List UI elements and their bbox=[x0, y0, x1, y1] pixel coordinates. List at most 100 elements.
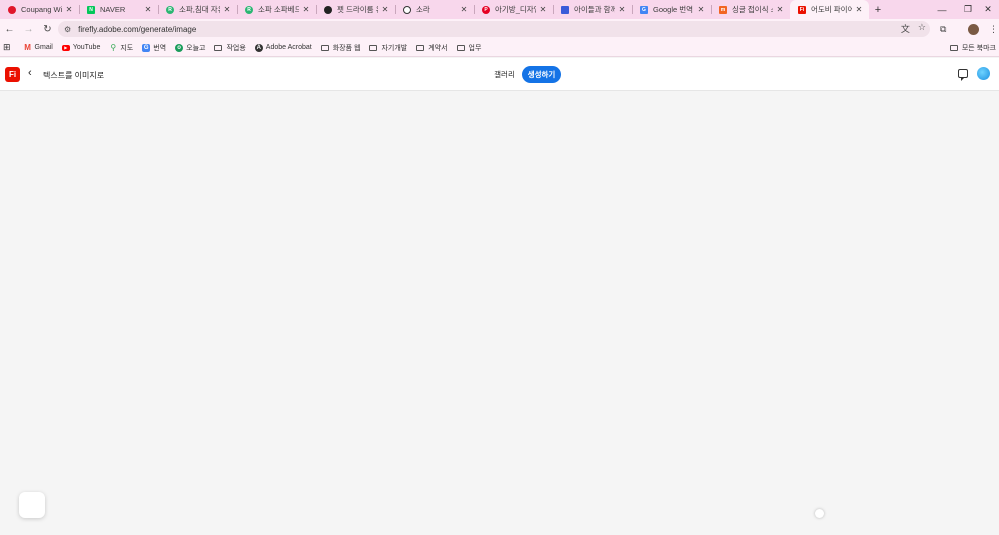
main-content-area bbox=[0, 92, 999, 535]
tab-favicon-icon: G bbox=[640, 5, 648, 14]
chevron-left-icon[interactable]: ‹ bbox=[28, 67, 32, 79]
browser-tab[interactable]: 아이들과 함께 ✕ bbox=[553, 0, 632, 19]
all-bookmarks-folder[interactable]: 모든 북마크 bbox=[949, 39, 996, 57]
browser-tab[interactable]: R 소파 소파베드 ✕ bbox=[237, 0, 316, 19]
extensions-icon[interactable]: ⧉ bbox=[940, 19, 946, 39]
tab-favicon-icon: R bbox=[245, 5, 253, 14]
close-icon[interactable]: ✕ bbox=[144, 5, 152, 14]
tab-favicon-icon: m bbox=[719, 5, 727, 14]
folder-icon bbox=[456, 44, 465, 51]
site-icon: o bbox=[175, 43, 184, 52]
browser-tab[interactable]: P 아기방_디자인 ✕ bbox=[474, 0, 553, 19]
browser-tab[interactable]: R 소파,침대 자유 ✕ bbox=[158, 0, 237, 19]
bookmark-label: 업무 bbox=[468, 44, 482, 52]
close-icon[interactable]: ✕ bbox=[539, 5, 547, 14]
bookmark-gmail[interactable]: M Gmail bbox=[24, 43, 53, 52]
browser-tab-strip: Coupang Wing ✕ N NAVER ✕ R 소파,침대 자유 ✕ R … bbox=[0, 0, 999, 19]
close-icon[interactable]: ✕ bbox=[460, 5, 468, 14]
bookmark-label: 번역 bbox=[153, 44, 167, 52]
tab-favicon-icon bbox=[561, 5, 569, 14]
bookmark-folder[interactable]: 계약서 bbox=[416, 43, 448, 53]
tab-favicon-icon: N bbox=[87, 5, 95, 14]
tab-favicon-icon bbox=[8, 5, 16, 14]
browser-menu-icon[interactable]: ⋮ bbox=[989, 19, 998, 39]
tab-favicon-icon bbox=[403, 5, 411, 14]
browser-tab[interactable]: N NAVER ✕ bbox=[79, 0, 158, 19]
feedback-icon[interactable] bbox=[958, 69, 968, 81]
bookmark-folder[interactable]: 업무 bbox=[456, 43, 482, 53]
bookmark-label: 오늘고 bbox=[186, 44, 206, 52]
apps-grid-icon[interactable]: ⊞ bbox=[3, 42, 11, 53]
tab-title: NAVER bbox=[100, 5, 126, 14]
browser-tab[interactable]: m 싱글 접이식 소 ✕ bbox=[711, 0, 790, 19]
close-icon[interactable]: ✕ bbox=[855, 5, 863, 14]
tab-favicon-icon bbox=[324, 5, 332, 14]
firefly-logo[interactable]: Fi bbox=[5, 67, 20, 82]
gmail-icon: M bbox=[24, 43, 31, 52]
folder-icon bbox=[949, 45, 958, 51]
tab-favicon-icon: P bbox=[482, 5, 490, 14]
generate-button[interactable]: 생성하기 bbox=[522, 66, 561, 83]
bookmark-star-icon[interactable]: ☆ bbox=[918, 22, 926, 35]
tab-title: 펫 드라이룸 유 bbox=[337, 5, 378, 14]
close-icon[interactable]: ✕ bbox=[697, 5, 705, 14]
bookmark-label: 화장품 웹 bbox=[332, 44, 361, 52]
tab-title: 어도비 파이어 bbox=[811, 5, 852, 14]
translate-icon: G bbox=[142, 43, 151, 52]
profile-avatar[interactable] bbox=[968, 19, 979, 39]
close-icon[interactable]: ✕ bbox=[223, 5, 231, 14]
browser-tab[interactable]: G Google 번역 ✕ bbox=[632, 0, 711, 19]
folder-icon bbox=[369, 44, 378, 51]
close-icon[interactable]: ✕ bbox=[381, 5, 389, 14]
reload-icon[interactable]: ↻ bbox=[38, 19, 57, 39]
folder-icon bbox=[416, 44, 425, 51]
new-tab-button[interactable]: + bbox=[869, 0, 887, 19]
browser-tab[interactable]: 펫 드라이룸 유 ✕ bbox=[316, 0, 395, 19]
bookmark-acrobat[interactable]: A Adobe Acrobat bbox=[254, 43, 312, 52]
bookmark-folder[interactable]: 작업용 bbox=[214, 43, 246, 53]
bookmark-label: Adobe Acrobat bbox=[265, 44, 312, 51]
chat-widget-button[interactable] bbox=[19, 492, 45, 518]
translate-icon[interactable]: 文 bbox=[901, 22, 910, 35]
gallery-button[interactable]: 갤러리 bbox=[488, 66, 521, 83]
bookmark-youtube[interactable]: ▶ YouTube bbox=[61, 44, 100, 51]
bookmark-label: 자기개발 bbox=[381, 44, 408, 52]
browser-tab-active[interactable]: Fi 어도비 파이어 ✕ bbox=[790, 0, 869, 19]
bookmark-translate[interactable]: G 번역 bbox=[142, 43, 166, 53]
bookmark-folder[interactable]: 자기개발 bbox=[369, 43, 407, 53]
bookmark-label: 계약서 bbox=[428, 44, 448, 52]
forward-arrow-icon[interactable]: → bbox=[19, 19, 38, 39]
tab-title: 소파,침대 자유 bbox=[179, 5, 220, 14]
folder-icon bbox=[214, 44, 223, 51]
youtube-icon: ▶ bbox=[61, 44, 70, 51]
bookmark-site[interactable]: o 오늘고 bbox=[175, 43, 205, 53]
browser-toolbar: ← → ↻ ⚙ firefly.adobe.com/generate/image… bbox=[0, 19, 999, 39]
tab-title: 싱글 접이식 소 bbox=[732, 5, 773, 14]
browser-tab[interactable]: Coupang Wing ✕ bbox=[0, 0, 79, 19]
firefly-header: Fi ‹ 텍스트를 이미지로 갤러리 생성하기 bbox=[0, 58, 999, 91]
tab-title: 아이들과 함께 bbox=[574, 5, 615, 14]
floating-dot[interactable] bbox=[815, 509, 824, 518]
browser-tab[interactable]: 소라 ✕ bbox=[395, 0, 474, 19]
close-icon[interactable]: ✕ bbox=[618, 5, 626, 14]
page-title: 텍스트를 이미지로 bbox=[43, 71, 105, 80]
avatar[interactable] bbox=[977, 67, 990, 80]
tab-title: Google 번역 bbox=[653, 5, 694, 14]
site-info-icon[interactable]: ⚙ bbox=[64, 25, 71, 34]
close-icon[interactable]: ✕ bbox=[776, 5, 784, 14]
tab-favicon-icon: R bbox=[166, 5, 174, 14]
bookmark-label: Gmail bbox=[34, 44, 53, 51]
back-arrow-icon[interactable]: ← bbox=[0, 19, 19, 39]
close-icon[interactable]: ✕ bbox=[65, 5, 73, 14]
bookmark-label: 지도 bbox=[120, 44, 134, 52]
bookmark-maps[interactable]: ⚲ 지도 bbox=[109, 43, 133, 53]
maps-icon: ⚲ bbox=[110, 43, 117, 52]
bookmarks-bar: ⊞ M Gmail ▶ YouTube ⚲ 지도 G 번역 o 오늘고 작업용 A Adob… bbox=[0, 39, 999, 57]
window-close-icon[interactable]: ✕ bbox=[975, 0, 999, 19]
close-icon[interactable]: ✕ bbox=[302, 5, 310, 14]
tab-title: 아기방_디자인 bbox=[495, 5, 536, 14]
bookmark-folder[interactable]: 화장품 웹 bbox=[320, 43, 361, 53]
address-bar[interactable]: ⚙ firefly.adobe.com/generate/image 文 ☆ bbox=[58, 21, 930, 37]
minimize-icon[interactable]: — bbox=[929, 0, 955, 19]
tab-title: 소파 소파베드 bbox=[258, 5, 299, 14]
